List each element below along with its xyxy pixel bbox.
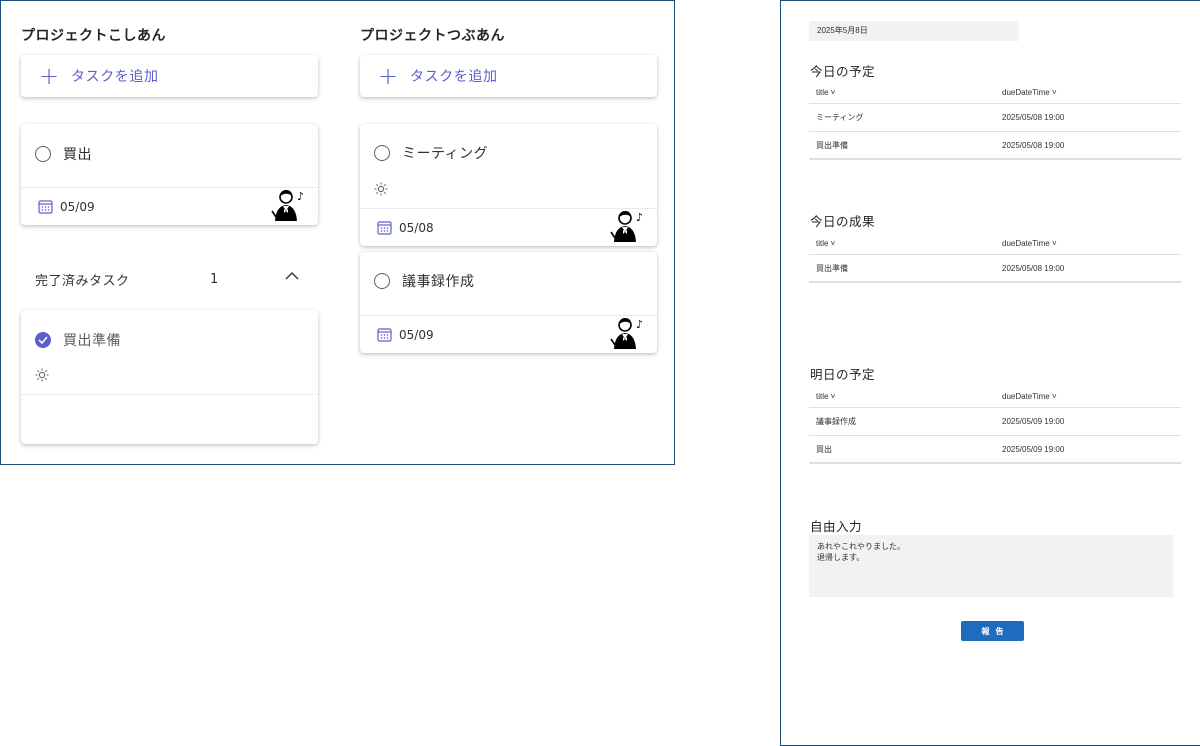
check-icon: [38, 336, 48, 344]
cell-title: 買出: [816, 444, 832, 454]
complete-checkbox[interactable]: [35, 146, 51, 162]
calendar-icon: [377, 221, 392, 235]
assignee-avatar[interactable]: ♪: [609, 208, 645, 244]
column-header-title[interactable]: title ˅: [816, 392, 835, 401]
cell-due: 2025/05/08 19:00: [1002, 140, 1065, 150]
complete-checkbox[interactable]: [374, 145, 390, 161]
svg-text:♪: ♪: [636, 211, 643, 224]
bucket-title: プロジェクトつぶあん: [360, 28, 505, 44]
completed-count: 1: [210, 271, 219, 287]
free-input-line: あれやこれやりました。: [817, 542, 905, 551]
table-header: title ˅ dueDateTime ˅: [809, 82, 1181, 104]
completed-tasks-toggle[interactable]: 完了済みタスク 1: [35, 269, 305, 289]
task-card[interactable]: 買出 05/09 ♪: [21, 124, 318, 225]
task-title: ミーティング: [402, 146, 489, 162]
plus-icon: +: [39, 62, 60, 90]
cell-title: 議事録作成: [816, 417, 856, 426]
due-date: 05/08: [399, 220, 434, 235]
section-heading: 今日の予定: [810, 65, 876, 79]
cell-due: 2025/05/09 19:00: [1002, 444, 1065, 454]
svg-text:♪: ♪: [297, 190, 304, 203]
date-picker[interactable]: 2025年5月8日: [809, 21, 1019, 41]
plus-icon: +: [378, 62, 399, 90]
due-date: 05/09: [60, 199, 95, 214]
daily-report-form: 2025年5月8日 今日の予定 title ˅ dueDateTime ˅ ミー…: [780, 0, 1200, 746]
task-table: title ˅ dueDateTime ˅ 買出準備 2025/05/08 19…: [809, 233, 1181, 283]
column-header-title[interactable]: title ˅: [816, 88, 835, 97]
cell-due: 2025/05/09 19:00: [1002, 417, 1065, 426]
checked-checkbox[interactable]: [35, 332, 51, 348]
calendar-icon: [38, 200, 53, 214]
cell-title: 買出準備: [816, 140, 848, 150]
cell-due: 2025/05/08 19:00: [1002, 263, 1065, 273]
table-row[interactable]: 買出準備 2025/05/08 19:00: [809, 132, 1181, 160]
add-task-button[interactable]: + タスクを追加: [21, 55, 318, 97]
table-row[interactable]: 買出 2025/05/09 19:00: [809, 436, 1181, 464]
task-title: 議事録作成: [402, 274, 475, 290]
sun-icon: [35, 368, 49, 382]
assignee-avatar[interactable]: ♪: [609, 315, 645, 351]
completed-label: 完了済みタスク: [35, 273, 130, 289]
table-row[interactable]: 議事録作成 2025/05/09 19:00: [809, 408, 1181, 436]
add-task-button[interactable]: + タスクを追加: [360, 55, 657, 97]
add-task-label: タスクを追加: [410, 69, 498, 85]
planner-board: プロジェクトこしあん + タスクを追加 買出 05/09 ♪ 完了済みタスク 1: [0, 0, 675, 465]
cell-due: 2025/05/08 19:00: [1002, 113, 1065, 122]
due-date: 05/09: [399, 327, 434, 342]
complete-checkbox[interactable]: [374, 273, 390, 289]
column-header-due[interactable]: dueDateTime ˅: [1002, 239, 1057, 248]
submit-report-button[interactable]: 報告: [961, 621, 1024, 641]
table-header: title ˅ dueDateTime ˅: [809, 233, 1181, 255]
column-header-due[interactable]: dueDateTime ˅: [1002, 88, 1057, 97]
task-card-completed[interactable]: 買出準備: [21, 310, 318, 444]
table-row[interactable]: ミーティング 2025/05/08 19:00: [809, 104, 1181, 132]
calendar-icon: [377, 328, 392, 342]
task-table: title ˅ dueDateTime ˅ ミーティング 2025/05/08 …: [809, 82, 1181, 160]
task-title: 買出準備: [63, 333, 121, 349]
add-task-label: タスクを追加: [71, 69, 159, 85]
chevron-up-icon[interactable]: [285, 271, 299, 281]
cell-title: ミーティング: [816, 113, 864, 122]
column-header-due[interactable]: dueDateTime ˅: [1002, 392, 1057, 401]
section-heading: 今日の成果: [810, 215, 876, 229]
task-card[interactable]: ミーティング 05/08 ♪: [360, 124, 657, 246]
task-title: 買出: [63, 147, 92, 163]
column-header-title[interactable]: title ˅: [816, 239, 835, 248]
bucket-title: プロジェクトこしあん: [21, 28, 166, 44]
divider: [21, 394, 318, 395]
task-card[interactable]: 議事録作成 05/09 ♪: [360, 252, 657, 353]
svg-text:♪: ♪: [636, 318, 643, 331]
free-input-textarea[interactable]: あれやこれやりました。 退帰します。: [809, 535, 1173, 597]
cell-title: 買出準備: [816, 263, 848, 273]
task-table: title ˅ dueDateTime ˅ 議事録作成 2025/05/09 1…: [809, 386, 1181, 464]
table-header: title ˅ dueDateTime ˅: [809, 386, 1181, 408]
assignee-avatar[interactable]: ♪: [270, 187, 306, 223]
section-heading: 明日の予定: [810, 368, 876, 382]
free-input-heading: 自由入力: [810, 520, 863, 534]
free-input-line: 退帰します。: [817, 553, 865, 562]
sun-icon: [374, 182, 388, 196]
table-row[interactable]: 買出準備 2025/05/08 19:00: [809, 255, 1181, 283]
